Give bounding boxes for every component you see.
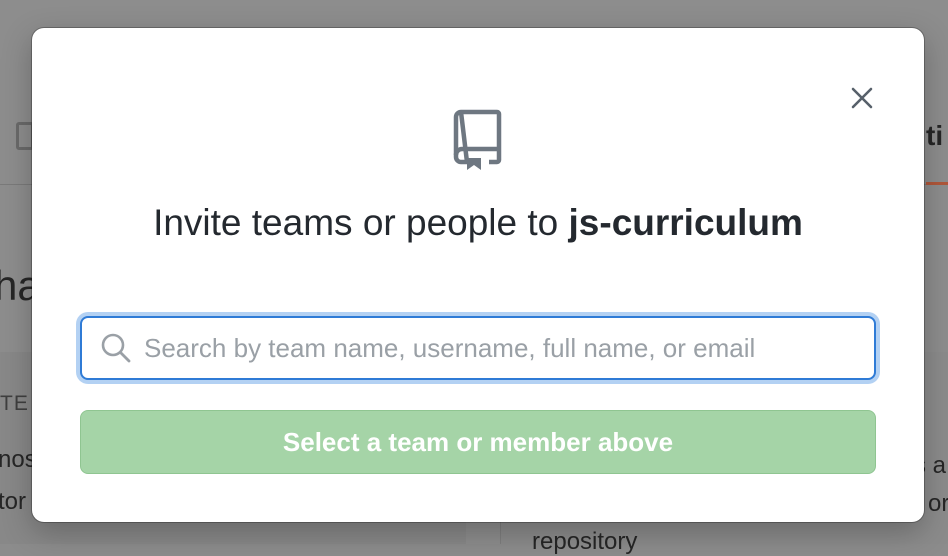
close-button[interactable]	[848, 84, 876, 112]
repo-name: js-curriculum	[568, 202, 803, 243]
repository-text-fragment: repository	[532, 528, 638, 555]
search-field[interactable]	[80, 316, 876, 380]
settings-tab-fragment: ti	[926, 120, 944, 151]
invite-dialog: Invite teams or people to js-curriculum …	[32, 28, 924, 522]
dialog-title: Invite teams or people to js-curriculum	[32, 202, 924, 244]
select-member-button[interactable]: Select a team or member above	[80, 410, 876, 474]
repo-icon	[453, 109, 502, 170]
search-icon	[101, 333, 131, 363]
section-label-fragment: TE	[0, 392, 29, 415]
search-input[interactable]	[144, 332, 874, 364]
right-text-fragment-2: or	[928, 490, 948, 517]
left-text-fragment-2: tor	[0, 488, 27, 515]
title-prefix: Invite teams or people to	[153, 202, 569, 243]
active-tab-underline	[926, 182, 948, 185]
close-icon	[851, 87, 873, 109]
